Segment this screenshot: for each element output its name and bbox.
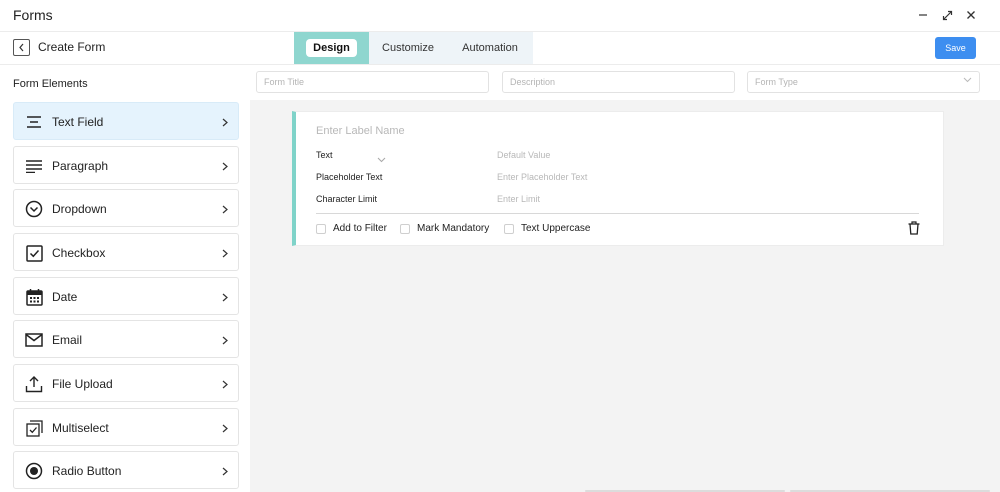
chevron-right-icon [219, 246, 231, 260]
form-type-select[interactable]: Form Type [747, 71, 980, 93]
form-type-placeholder: Form Type [755, 77, 798, 87]
default-value-input[interactable]: Default Value [497, 150, 550, 160]
form-title-input[interactable]: Form Title [256, 71, 489, 93]
sidebar-item-label: Paragraph [52, 159, 109, 173]
page-header: Create Form Design Customize Automation … [0, 32, 1000, 65]
save-button[interactable]: Save [935, 37, 976, 59]
window-title: Forms [13, 7, 53, 23]
sidebar-item-radio-button[interactable]: Radio Button [13, 451, 239, 489]
expand-icon[interactable] [936, 4, 958, 26]
minimize-icon[interactable] [912, 4, 934, 26]
sidebar-item-label: Checkbox [52, 246, 106, 260]
form-elements-sidebar: Form Elements Text Field Paragraph Dropd… [0, 66, 250, 492]
text-field-card[interactable]: Enter Label Name Text Default Value Plac… [292, 111, 944, 246]
back-button[interactable] [13, 39, 30, 56]
sidebar-item-label: Text Field [52, 115, 104, 129]
sidebar-item-label: Radio Button [52, 464, 122, 478]
tab-design[interactable]: Design [294, 32, 369, 64]
page-title: Create Form [38, 40, 106, 54]
chevron-right-icon [219, 159, 231, 173]
form-meta-bar: Form Title Description Form Type [250, 66, 1000, 100]
chevron-down-icon [963, 77, 972, 83]
chevron-right-icon [219, 115, 231, 129]
chevron-right-icon [219, 421, 231, 435]
chevron-left-icon [19, 43, 24, 52]
checkbox-box[interactable] [400, 223, 410, 234]
text-field-icon [24, 112, 44, 132]
sidebar-item-file-upload[interactable]: File Upload [13, 364, 239, 402]
card-divider [316, 213, 919, 214]
sidebar-heading: Form Elements [13, 78, 88, 90]
chevron-right-icon [219, 333, 231, 347]
character-limit-input[interactable]: Enter Limit [497, 194, 540, 204]
multiselect-icon [24, 418, 44, 438]
sidebar-item-dropdown[interactable]: Dropdown [13, 189, 239, 227]
tab-automation-label: Automation [462, 42, 518, 54]
checkbox-label: Add to Filter [333, 223, 387, 234]
description-input[interactable]: Description [502, 71, 735, 93]
upload-icon [24, 374, 44, 394]
tab-design-label: Design [306, 39, 357, 57]
tab-customize-label: Customize [382, 42, 434, 54]
chevron-right-icon [219, 290, 231, 304]
field-type-value[interactable]: Text [316, 150, 333, 160]
form-canvas: Enter Label Name Text Default Value Plac… [250, 100, 1000, 492]
window-titlebar: Forms [0, 0, 1000, 32]
sidebar-item-text-field[interactable]: Text Field [13, 102, 239, 140]
checkbox-icon [24, 243, 44, 263]
chevron-down-icon[interactable] [377, 150, 386, 168]
paragraph-icon [24, 156, 44, 176]
text-uppercase-checkbox[interactable]: Text Uppercase [504, 223, 590, 234]
chevron-right-icon [219, 464, 231, 478]
tab-customize[interactable]: Customize [369, 32, 447, 64]
add-to-filter-checkbox[interactable]: Add to Filter [316, 223, 387, 234]
radio-icon [24, 461, 44, 481]
checkbox-box[interactable] [504, 223, 514, 234]
sidebar-item-label: Email [52, 333, 83, 347]
chevron-right-icon [219, 377, 231, 391]
sidebar-item-checkbox[interactable]: Checkbox [13, 233, 239, 271]
checkbox-box[interactable] [316, 223, 326, 234]
checkbox-label: Mark Mandatory [417, 223, 490, 234]
trash-icon[interactable] [907, 220, 921, 236]
placeholder-text-input[interactable]: Enter Placeholder Text [497, 172, 587, 182]
chevron-right-icon [219, 202, 231, 216]
sidebar-item-date[interactable]: Date [13, 277, 239, 315]
sidebar-item-label: Multiselect [52, 421, 109, 435]
tab-automation[interactable]: Automation [447, 32, 533, 64]
calendar-icon [24, 287, 44, 307]
tab-bar: Design Customize Automation [294, 32, 533, 64]
sidebar-item-multiselect[interactable]: Multiselect [13, 408, 239, 446]
sidebar-item-label: Dropdown [52, 202, 107, 216]
mark-mandatory-checkbox[interactable]: Mark Mandatory [400, 223, 489, 234]
placeholder-text-label: Placeholder Text [316, 172, 383, 182]
character-limit-label: Character Limit [316, 194, 378, 204]
sidebar-item-email[interactable]: Email [13, 320, 239, 358]
sidebar-item-label: File Upload [52, 377, 113, 391]
envelope-icon [24, 330, 44, 350]
sidebar-item-paragraph[interactable]: Paragraph [13, 146, 239, 184]
sidebar-item-label: Date [52, 290, 78, 304]
dropdown-icon [24, 199, 44, 219]
close-icon[interactable] [960, 4, 982, 26]
checkbox-label: Text Uppercase [521, 223, 591, 234]
label-name-input[interactable]: Enter Label Name [316, 125, 405, 137]
